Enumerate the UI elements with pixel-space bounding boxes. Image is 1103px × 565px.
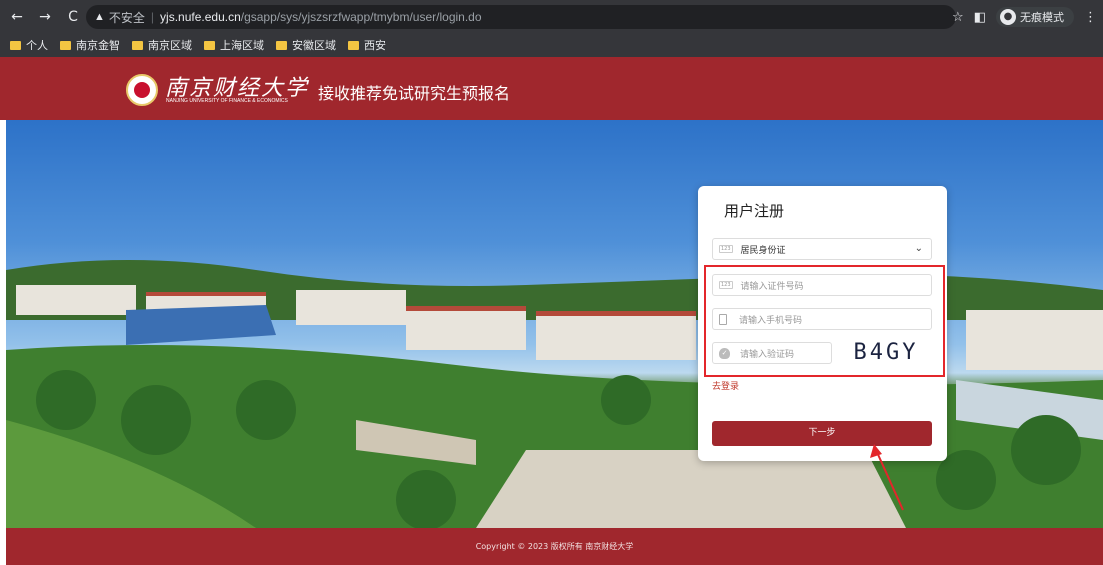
- bookmark-star-icon[interactable]: ☆: [952, 10, 964, 25]
- folder-icon: [276, 40, 287, 50]
- back-icon[interactable]: ←: [6, 9, 28, 25]
- forward-icon[interactable]: →: [34, 9, 56, 25]
- chevron-down-icon: ⌄: [914, 243, 923, 254]
- browser-right-icons: ☆ ◧ ● 无痕模式 ⋮: [952, 5, 1097, 29]
- bookmark-label: 南京区域: [148, 39, 192, 52]
- highlight-box: [704, 265, 945, 377]
- university-logo-english: NANJING UNIVERSITY OF FINANCE & ECONOMIC…: [166, 98, 288, 104]
- bookmark-label: 西安: [364, 39, 386, 52]
- page-title: 接收推荐免试研究生预报名: [318, 84, 511, 103]
- incognito-icon: ●: [1000, 9, 1016, 25]
- next-button[interactable]: 下一步: [712, 421, 932, 446]
- bookmark-item[interactable]: 个人: [10, 37, 48, 53]
- url-separator: |: [150, 10, 155, 24]
- reload-icon[interactable]: C: [62, 9, 84, 25]
- bookmark-label: 个人: [26, 39, 48, 52]
- university-seal-icon: [126, 74, 158, 106]
- bookmark-item[interactable]: 上海区域: [204, 37, 264, 53]
- folder-icon: [348, 40, 359, 50]
- id-type-value: 居民身份证: [740, 245, 786, 256]
- incognito-indicator[interactable]: ● 无痕模式: [996, 7, 1074, 27]
- bookmark-label: 南京金智: [76, 39, 120, 52]
- footer: Copyright © 2023 版权所有 南京财经大学: [6, 528, 1103, 565]
- register-title: 用户注册: [724, 202, 785, 220]
- folder-icon: [10, 40, 21, 50]
- browser-chrome: ← → C ▲ 不安全 | yjs.nufe.edu.cn /gsapp/sys…: [0, 0, 1103, 57]
- login-link[interactable]: 去登录: [712, 379, 739, 392]
- side-panel-icon[interactable]: ◧: [974, 10, 986, 25]
- folder-icon: [132, 40, 143, 50]
- insecure-label: 不安全: [108, 10, 145, 25]
- bookmark-item[interactable]: 西安: [348, 37, 386, 53]
- url-path: /gsapp/sys/yjszsrzfwapp/tmybm/user/login…: [240, 10, 482, 24]
- bookmark-item[interactable]: 南京金智: [60, 37, 120, 53]
- incognito-label: 无痕模式: [1020, 11, 1064, 24]
- url-host: yjs.nufe.edu.cn: [160, 10, 241, 24]
- bookmark-label: 安徽区域: [292, 39, 336, 52]
- warning-icon: ▲: [94, 11, 105, 23]
- browser-menu-icon[interactable]: ⋮: [1084, 10, 1097, 25]
- address-bar[interactable]: ▲ 不安全 | yjs.nufe.edu.cn /gsapp/sys/yjszs…: [86, 5, 956, 29]
- bookmark-label: 上海区域: [220, 39, 264, 52]
- id-type-badge-icon: 123: [719, 245, 733, 253]
- bookmark-item[interactable]: 南京区域: [132, 37, 192, 53]
- id-type-select[interactable]: 123 居民身份证 ⌄: [712, 238, 932, 260]
- bookmarks-bar: 个人 南京金智 南京区域 上海区域 安徽区域 西安: [0, 33, 1103, 57]
- folder-icon: [204, 40, 215, 50]
- folder-icon: [60, 40, 71, 50]
- bookmark-item[interactable]: 安徽区域: [276, 37, 336, 53]
